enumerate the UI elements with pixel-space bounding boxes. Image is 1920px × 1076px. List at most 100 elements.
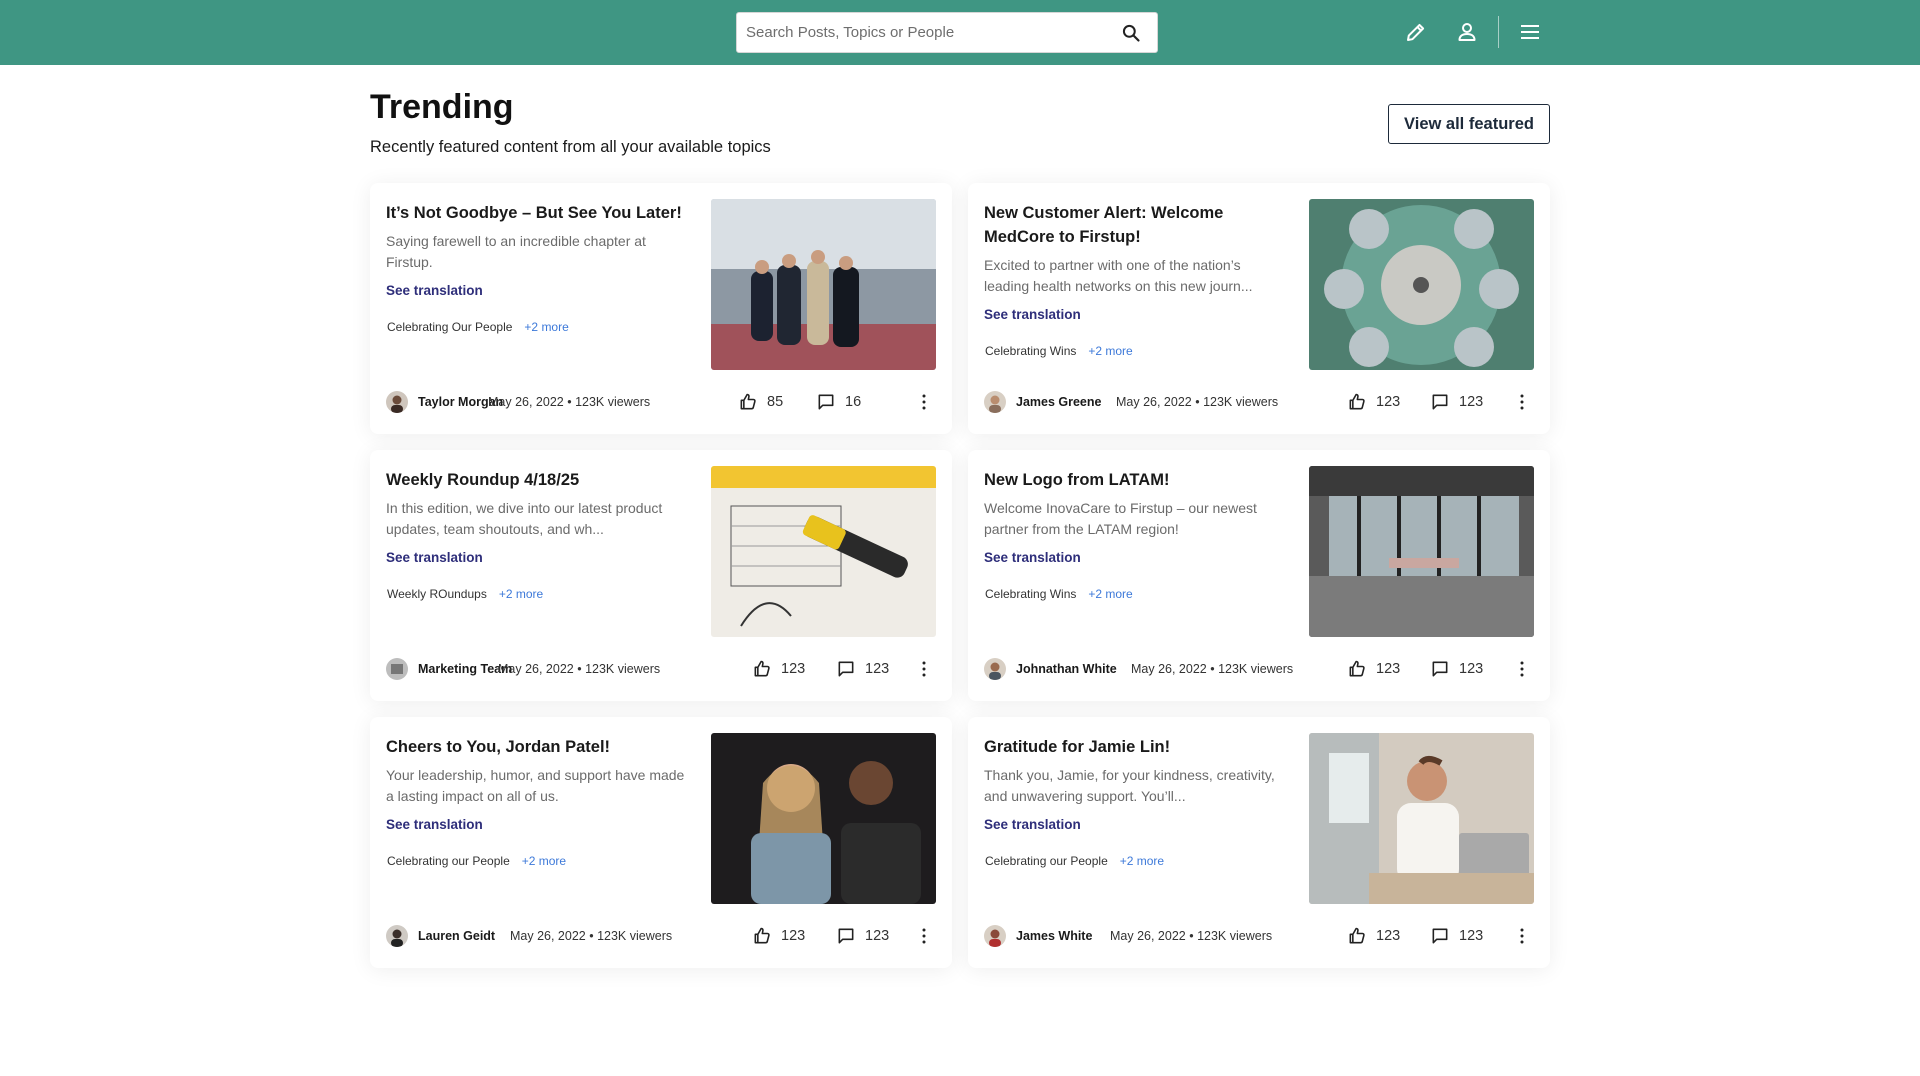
post-meta: May 26, 2022 • 123K viewers [488, 395, 651, 409]
like-button[interactable]: 123 [1347, 657, 1400, 681]
topic-tag[interactable]: Celebrating Our People [379, 316, 521, 338]
thumbs-up-icon [754, 660, 770, 677]
author-name[interactable]: James Greene [1016, 395, 1101, 409]
comment-button[interactable]: 123 [1430, 924, 1483, 948]
thumbs-up-icon [1349, 927, 1365, 944]
more-options-icon[interactable] [912, 390, 936, 414]
comment-button[interactable]: 123 [1430, 390, 1483, 414]
post-image[interactable] [711, 733, 936, 904]
see-translation-link[interactable]: See translation [984, 307, 1081, 322]
post-image[interactable] [1309, 199, 1534, 370]
author-name[interactable]: James White [1016, 929, 1092, 943]
more-tags-link[interactable]: +2 more [522, 854, 566, 868]
post-title[interactable]: It’s Not Goodbye – But See You Later! [386, 201, 686, 225]
more-tags-link[interactable]: +2 more [1088, 587, 1132, 601]
like-button[interactable]: 123 [752, 924, 805, 948]
post-card[interactable]: New Customer Alert: Welcome MedCore to F… [968, 183, 1550, 434]
topic-tag[interactable]: Celebrating our People [379, 850, 518, 872]
more-options-icon[interactable] [912, 657, 936, 681]
post-card[interactable]: Cheers to You, Jordan Patel! Your leader… [370, 717, 952, 968]
tag-row: Weekly ROundups +2 more [379, 583, 543, 605]
post-description: Your leadership, humor, and support have… [386, 767, 685, 804]
thumbs-up-icon [754, 927, 770, 944]
comment-icon [838, 661, 854, 677]
topic-tag[interactable]: Celebrating Wins [977, 340, 1085, 362]
search-input[interactable] [737, 13, 1097, 52]
post-card[interactable]: Gratitude for Jamie Lin! Thank you, Jami… [968, 717, 1550, 968]
comment-icon [1432, 394, 1448, 410]
post-footer: Johnathan White May 26, 2022 • 123K view… [984, 656, 1534, 682]
comment-button[interactable]: 123 [1430, 657, 1483, 681]
comment-count: 123 [1459, 661, 1484, 677]
author-name[interactable]: Johnathan White [1016, 662, 1117, 676]
post-card[interactable]: Weekly Roundup 4/18/25 In this edition, … [370, 450, 952, 701]
post-title[interactable]: New Logo from LATAM! [984, 468, 1284, 492]
post-footer: James Greene May 26, 2022 • 123K viewers… [984, 389, 1534, 415]
author-avatar[interactable] [984, 925, 1006, 947]
post-meta: May 26, 2022 • 123K viewers [1131, 662, 1294, 676]
see-translation-link[interactable]: See translation [386, 550, 483, 565]
more-options-icon[interactable] [1510, 657, 1534, 681]
topic-tag[interactable]: Celebrating Wins [977, 583, 1085, 605]
post-image[interactable] [711, 199, 936, 370]
profile-icon[interactable] [1455, 20, 1479, 44]
post-description: In this edition, we dive into our latest… [386, 500, 663, 537]
topic-tag[interactable]: Celebrating our People [977, 850, 1116, 872]
see-translation-link[interactable]: See translation [386, 817, 483, 832]
see-translation-link[interactable]: See translation [984, 817, 1081, 832]
post-title[interactable]: Weekly Roundup 4/18/25 [386, 468, 686, 492]
author-avatar[interactable] [386, 391, 408, 413]
comment-count: 16 [845, 394, 862, 410]
post-description: Thank you, Jamie, for your kindness, cre… [984, 767, 1275, 804]
post-image[interactable] [1309, 466, 1534, 637]
like-button[interactable]: 123 [752, 657, 805, 681]
topic-tag[interactable]: Weekly ROundups [379, 583, 495, 605]
see-translation-link[interactable]: See translation [984, 550, 1081, 565]
like-count: 85 [767, 394, 784, 410]
like-count: 123 [781, 928, 806, 944]
post-title[interactable]: Cheers to You, Jordan Patel! [386, 735, 686, 759]
comment-button[interactable]: 123 [836, 657, 889, 681]
author-avatar[interactable] [386, 658, 408, 680]
post-card[interactable]: New Logo from LATAM! Welcome InovaCare t… [968, 450, 1550, 701]
more-tags-link[interactable]: +2 more [1120, 854, 1164, 868]
post-image[interactable] [1309, 733, 1534, 904]
like-button[interactable]: 123 [1347, 390, 1400, 414]
post-footer: Taylor Morgan May 26, 2022 • 123K viewer… [386, 389, 936, 415]
post-card[interactable]: It’s Not Goodbye – But See You Later! Sa… [370, 183, 952, 434]
page-title: Trending [370, 88, 514, 126]
comment-icon [818, 394, 834, 410]
more-tags-link[interactable]: +2 more [524, 320, 568, 334]
view-all-featured-button[interactable]: View all featured [1388, 104, 1550, 144]
thumbs-up-icon [740, 393, 756, 410]
thumbs-up-icon [1349, 393, 1365, 410]
like-button[interactable]: 123 [1347, 924, 1400, 948]
post-meta: May 26, 2022 • 123K viewers [1116, 395, 1279, 409]
post-title[interactable]: Gratitude for Jamie Lin! [984, 735, 1284, 759]
page-subtitle: Recently featured content from all your … [370, 138, 771, 156]
comment-button[interactable]: 16 [816, 390, 861, 414]
post-meta: May 26, 2022 • 123K viewers [510, 929, 673, 943]
post-title[interactable]: New Customer Alert: Welcome MedCore to F… [984, 201, 1284, 249]
more-tags-link[interactable]: +2 more [499, 587, 543, 601]
more-options-icon[interactable] [912, 924, 936, 948]
like-button[interactable]: 85 [738, 390, 783, 414]
more-options-icon[interactable] [1510, 924, 1534, 948]
author-avatar[interactable] [386, 925, 408, 947]
more-tags-link[interactable]: +2 more [1088, 344, 1132, 358]
author-name[interactable]: Lauren Geidt [418, 929, 495, 943]
author-avatar[interactable] [984, 658, 1006, 680]
more-options-icon[interactable] [1510, 390, 1534, 414]
thumbs-up-icon [1349, 660, 1365, 677]
menu-icon[interactable] [1518, 20, 1542, 44]
search-box[interactable] [736, 12, 1158, 53]
edit-pencil-icon[interactable] [1404, 20, 1428, 44]
tag-row: Celebrating our People +2 more [379, 850, 566, 872]
author-avatar[interactable] [984, 391, 1006, 413]
post-description: Saying farewell to an incredible chapter… [386, 233, 646, 270]
post-image[interactable] [711, 466, 936, 637]
comment-button[interactable]: 123 [836, 924, 889, 948]
search-icon[interactable] [1121, 23, 1141, 43]
see-translation-link[interactable]: See translation [386, 283, 483, 298]
like-count: 123 [1376, 661, 1401, 677]
